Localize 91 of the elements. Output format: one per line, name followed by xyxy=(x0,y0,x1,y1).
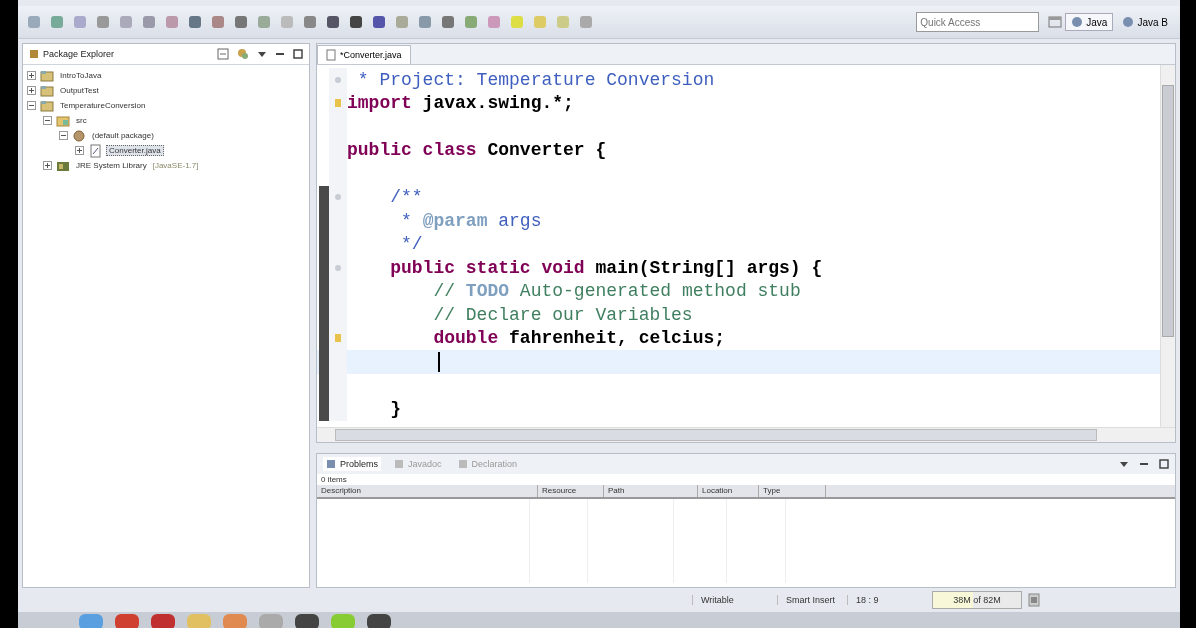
toolbar-icon xyxy=(509,14,525,30)
toolbar-icon xyxy=(371,14,387,30)
perspective-button[interactable]: Java xyxy=(1065,13,1114,31)
tree-item-detail: [JavaSE-1.7] xyxy=(152,161,199,170)
taskbar-icon xyxy=(222,612,248,628)
toolbar-icon xyxy=(279,14,295,30)
column-header[interactable]: Description xyxy=(317,485,538,497)
status-text: Smart Insert xyxy=(777,595,841,605)
scroll-thumb[interactable] xyxy=(335,429,1097,441)
scroll-thumb[interactable] xyxy=(1162,85,1174,337)
source-folder-icon xyxy=(56,113,70,128)
toolbar-icon xyxy=(463,14,479,30)
column-header[interactable]: Path xyxy=(604,485,698,497)
view-menu-icon xyxy=(257,49,267,59)
project-icon xyxy=(40,98,54,113)
tree-item[interactable]: src xyxy=(74,116,89,125)
toolbar-icon xyxy=(164,14,180,30)
toolbar-icon xyxy=(302,14,318,30)
code-line: // Declare our Variables xyxy=(432,304,693,325)
toolbar-icon xyxy=(141,14,157,30)
status-text: Writable xyxy=(692,595,771,605)
project-icon xyxy=(40,83,54,98)
column-header[interactable]: Location xyxy=(698,485,759,497)
taskbar-icon xyxy=(78,612,104,628)
toolbar-icon xyxy=(325,14,341,30)
taskbar-icon xyxy=(150,612,176,628)
toolbar-icon xyxy=(72,14,88,30)
open-perspective-icon xyxy=(1048,15,1063,29)
code-line: */ xyxy=(400,234,423,255)
toolbar-icon xyxy=(440,14,456,30)
taskbar-icon xyxy=(330,612,356,628)
code-line: // TODO Auto-generated method stub xyxy=(432,281,801,302)
toolbar-icon xyxy=(26,14,42,30)
quick-access-field[interactable]: Quick Access xyxy=(916,12,1040,32)
toolbar-icon xyxy=(348,14,364,30)
toolbar-icon xyxy=(95,14,111,30)
status-text: 18 : 9 xyxy=(847,595,926,605)
code-line: import javax.swing.*; xyxy=(347,93,574,114)
toolbar-icon xyxy=(532,14,548,30)
maximize-icon xyxy=(293,49,303,59)
toolbar-icon xyxy=(578,14,594,30)
horizontal-scrollbar[interactable] xyxy=(317,427,1175,442)
heap-text: 38M of 82M xyxy=(953,595,1001,605)
taskbar-icon xyxy=(186,612,212,628)
java-file-icon xyxy=(326,49,336,61)
project-icon xyxy=(40,68,54,83)
java-file-icon xyxy=(88,143,102,158)
taskbar-icon xyxy=(366,612,392,628)
toolbar-icon xyxy=(49,14,65,30)
perspective-button[interactable]: Java B xyxy=(1116,13,1174,31)
tree-item[interactable]: JRE System Library xyxy=(74,161,149,170)
taskbar-icon xyxy=(114,612,140,628)
maximize-icon xyxy=(1159,459,1169,469)
taskbar-icon xyxy=(258,612,284,628)
toolbar-icon xyxy=(394,14,410,30)
taskbar-icon xyxy=(294,612,320,628)
view-icon xyxy=(394,459,404,469)
code-line: * @param args xyxy=(400,210,542,231)
toolbar-icon xyxy=(486,14,502,30)
perspective-icon xyxy=(1071,16,1084,28)
text-cursor xyxy=(438,351,440,372)
toolbar-icon xyxy=(118,14,134,30)
tree-item[interactable]: Converter.java xyxy=(106,145,164,156)
toolbar-icon xyxy=(555,14,571,30)
column-header[interactable]: Type xyxy=(759,485,826,497)
code-line: /** xyxy=(389,187,423,208)
item-count: 0 items xyxy=(320,474,348,485)
code-line: * Project: Temperature Conversion xyxy=(356,69,715,90)
view-menu-icon xyxy=(1119,459,1129,469)
code-line: public static void main(String[] args) { xyxy=(389,257,823,278)
code-line: public class Converter { xyxy=(347,140,607,161)
view-icon xyxy=(457,459,468,469)
collapse-all-icon xyxy=(217,48,229,60)
code-line: double fahrenheit, celcius; xyxy=(432,328,726,349)
tree-item[interactable]: OutputTest xyxy=(58,86,101,95)
code-line: } xyxy=(389,398,401,419)
vertical-scrollbar[interactable] xyxy=(1160,65,1175,427)
tree-item[interactable]: IntroToJava xyxy=(58,71,104,80)
toolbar-icon xyxy=(256,14,272,30)
perspective-icon xyxy=(1122,16,1135,28)
view-tab[interactable]: Package Explorer xyxy=(29,49,115,59)
view-tab[interactable]: Problems xyxy=(323,457,381,471)
view-icon xyxy=(326,459,336,469)
toolbar-icon xyxy=(210,14,226,30)
toolbar-icon xyxy=(187,14,203,30)
tree-item[interactable]: (default package) xyxy=(90,131,156,140)
toolbar-icon xyxy=(417,14,433,30)
editor-tab[interactable]: *Converter.java xyxy=(317,45,411,64)
toolbar-icon xyxy=(233,14,249,30)
tree-item[interactable]: TemperatureConversion xyxy=(58,101,148,110)
column-header[interactable]: Resource xyxy=(538,485,604,497)
